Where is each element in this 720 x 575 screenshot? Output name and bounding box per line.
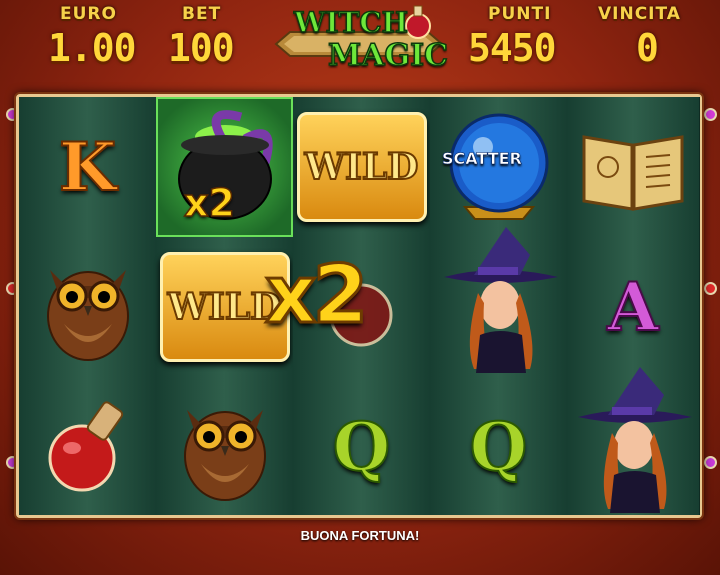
payline-marker <box>704 108 717 121</box>
payline-marker <box>704 456 717 469</box>
logo-word-2: Magic <box>327 37 449 74</box>
witch-icon <box>578 367 692 513</box>
potion-icon <box>48 401 123 492</box>
reel-5: A <box>567 97 700 515</box>
big-multiplier: x2 <box>263 247 369 343</box>
symbol-scatter: SCATTER <box>430 97 567 237</box>
symbol-witch <box>567 367 699 517</box>
symbol-potion <box>19 377 156 517</box>
win-value: 0 <box>636 26 659 70</box>
symbol-spellbook <box>567 97 699 237</box>
scatter-label: SCATTER <box>442 149 522 169</box>
spellbook-icon <box>582 135 684 211</box>
witch-icon <box>443 227 558 373</box>
symbol-wild: WILD <box>293 97 430 237</box>
points-value: 5450 <box>468 26 557 70</box>
logo-word-1: Witch <box>293 5 409 40</box>
currency-label: EURO <box>60 4 117 24</box>
currency-value: 1.00 <box>48 26 137 70</box>
bet-label: BET <box>182 4 222 24</box>
owl-icon <box>46 270 129 361</box>
cauldron-multiplier-label: x2 <box>183 180 235 226</box>
points-label: PUNTI <box>488 4 552 24</box>
symbol-owl <box>19 237 156 377</box>
payline-marker <box>704 282 717 295</box>
symbol-owl <box>156 377 293 517</box>
symbol-queen: Q <box>469 407 528 487</box>
potion-bottle-icon <box>405 5 431 39</box>
symbol-queen: Q <box>332 407 391 487</box>
symbol-cauldron-multiplier: x2 <box>156 97 293 237</box>
symbol-witch <box>430 227 567 377</box>
owl-icon <box>183 410 266 501</box>
win-label: VINCITA <box>598 4 681 24</box>
bet-value[interactable]: 100 <box>168 26 235 70</box>
symbol-ace: A <box>606 267 659 347</box>
symbol-king: K <box>58 127 117 207</box>
reel-1: K <box>19 97 157 515</box>
game-logo: Witch Magic <box>270 4 449 80</box>
status-message: BUONA FORTUNA! <box>300 528 420 543</box>
reel-4: SCATTER Q <box>430 97 568 515</box>
